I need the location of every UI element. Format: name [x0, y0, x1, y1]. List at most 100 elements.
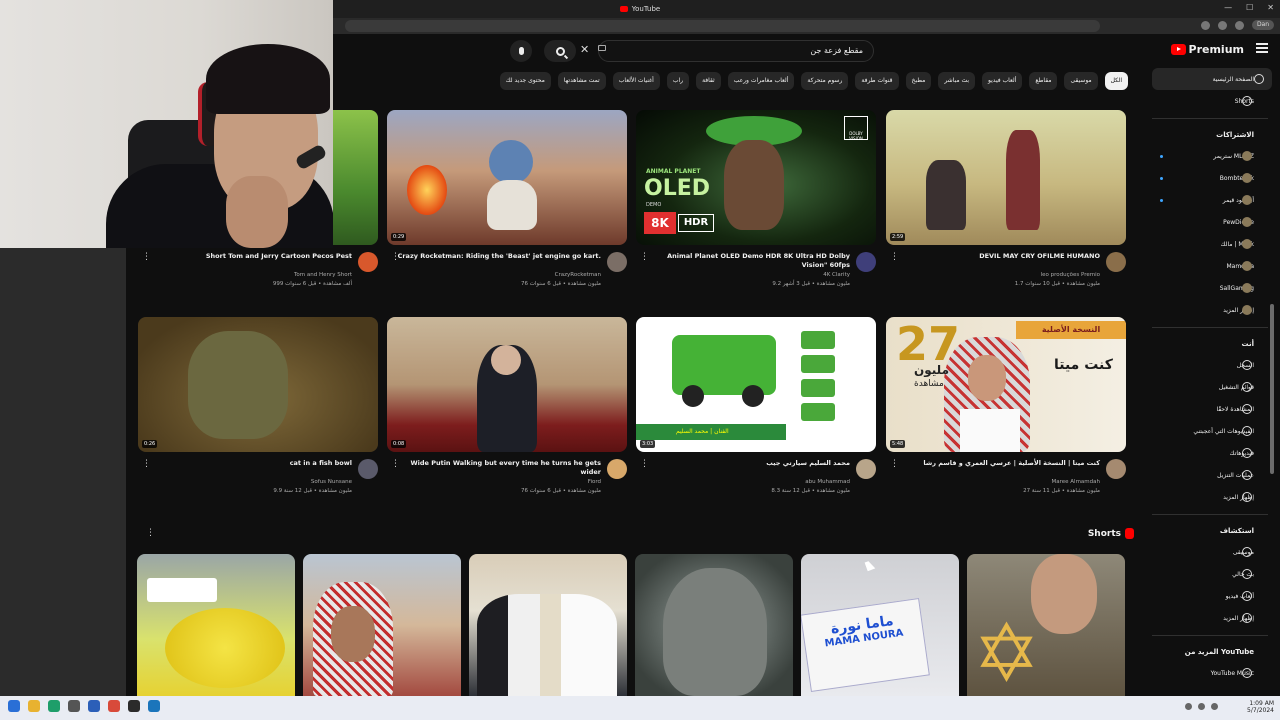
channel-avatar[interactable] [1106, 252, 1126, 272]
obs-icon[interactable] [128, 700, 140, 712]
chip-0[interactable]: الكل [1104, 72, 1128, 90]
more-options-icon[interactable]: ⋮ [640, 459, 649, 469]
maximize-icon[interactable]: ☐ [1246, 3, 1253, 12]
video-thumbnail[interactable]: الفنان | محمد السليم 3:03 [636, 317, 876, 452]
more-options-icon[interactable]: ⋮ [890, 252, 899, 262]
video-thumbnail[interactable]: ANIMAL PLANET OLED DEMO 8K HDR DOLBY VISION [636, 110, 876, 245]
short-item[interactable]: ماما نورة MAMA NOURA [801, 554, 959, 696]
more-options-icon[interactable]: ⋮ [890, 459, 899, 469]
short-item[interactable] [469, 554, 627, 696]
volume-icon[interactable] [1198, 703, 1205, 710]
video-title[interactable]: كنت ميتا | النسخة الأصلية | عرسي العمري … [895, 459, 1100, 468]
settings-icon[interactable] [68, 700, 80, 712]
battery-icon[interactable] [1211, 703, 1218, 710]
wifi-icon[interactable] [1185, 703, 1192, 710]
short-item[interactable] [137, 554, 295, 696]
channel-name[interactable]: abu Muhammad [805, 479, 850, 485]
profile-icon[interactable] [1235, 20, 1244, 30]
sidebar-item-subscriptions-6[interactable]: SallGaming [1140, 277, 1280, 299]
url-field[interactable] [345, 20, 1100, 32]
sidebar-section-header[interactable]: أنت [1140, 334, 1280, 354]
chip-12[interactable]: تمت مشاهدتها [557, 72, 606, 90]
steam-icon[interactable] [148, 700, 160, 712]
search-button[interactable] [544, 40, 576, 62]
sidebar-item-subscriptions-2[interactable]: أبو جود قيمر [1140, 189, 1280, 211]
video-title[interactable]: cat in a fish bowl [147, 459, 352, 468]
more-options-icon[interactable]: ⋮ [391, 252, 400, 262]
channel-avatar[interactable] [607, 252, 627, 272]
sidebar-item-you-2[interactable]: المشاهدة لاحقًا [1140, 398, 1280, 420]
chip-10[interactable]: راب [666, 72, 690, 90]
channel-avatar[interactable] [856, 459, 876, 479]
sidebar-item-main-1[interactable]: Shorts [1140, 90, 1280, 112]
channel-name[interactable]: Fiord [588, 479, 601, 485]
channel-avatar[interactable] [358, 459, 378, 479]
video-title[interactable]: Crazy Rocketman: Riding the 'Beast' jet … [396, 252, 601, 261]
chip-1[interactable]: موسيقى [1064, 72, 1098, 90]
channel-avatar[interactable] [1106, 459, 1126, 479]
minimize-icon[interactable]: — [1224, 3, 1232, 12]
short-item[interactable] [303, 554, 461, 696]
channel-avatar[interactable] [607, 459, 627, 479]
chip-5[interactable]: مطبخ [905, 72, 932, 90]
video-title[interactable]: Short Tom and Jerry Cartoon Pecos Pest [147, 252, 352, 261]
extensions-icon[interactable] [1201, 20, 1210, 30]
chip-4[interactable]: بث مباشر [938, 72, 976, 90]
tab-title[interactable]: YouTube [632, 5, 660, 13]
channel-avatar[interactable] [856, 252, 876, 272]
chip-3[interactable]: ألعاب فيديو [982, 72, 1023, 90]
sidebar-item-explore-2[interactable]: ألعاب فيديو [1140, 585, 1280, 607]
sidebar-item-you-1[interactable]: قوائم التشغيل [1140, 376, 1280, 398]
video-thumbnail[interactable]: 0:26 [138, 317, 378, 452]
sidebar-item-you-0[interactable]: السجل [1140, 354, 1280, 376]
chip-13[interactable]: محتوى جديد لك [499, 72, 551, 90]
user-chip[interactable]: Dan [1252, 20, 1274, 30]
sidebar-item-you-6[interactable]: إظهار المزيد [1140, 486, 1280, 508]
sidebar-item-you-3[interactable]: الفيديوهات التي أعجبتني [1140, 420, 1280, 442]
chip-11[interactable]: أغنيات الألعاب [612, 72, 660, 90]
sidebar-item-subscriptions-3[interactable]: PewDiePie [1140, 211, 1280, 233]
channel-name[interactable]: Maree Almamdah [1052, 479, 1101, 485]
chip-2[interactable]: مقاطع [1029, 72, 1058, 90]
short-item[interactable] [635, 554, 793, 696]
video-thumbnail[interactable]: 0:08 [387, 317, 627, 452]
keyboard-icon[interactable] [598, 45, 606, 51]
voice-search-button[interactable] [510, 40, 532, 62]
sidebar-section-header[interactable]: الاشتراكات [1140, 125, 1280, 145]
sidebar-item-more-0[interactable]: YouTube Music [1140, 662, 1280, 684]
channel-name[interactable]: 4K Clarity [823, 272, 850, 278]
sidebar-item-you-5[interactable]: عمليات التنزيل [1140, 464, 1280, 486]
chip-6[interactable]: قنوات طرفة [855, 72, 899, 90]
channel-name[interactable]: Sofus Nunsane [311, 479, 352, 485]
sidebar-item-subscriptions-5[interactable]: Mamonia [1140, 255, 1280, 277]
sidebar-item-explore-0[interactable]: موسيقى [1140, 541, 1280, 563]
video-title[interactable]: Animal Planet OLED Demo HDR 8K Ultra HD … [645, 252, 850, 270]
close-window-icon[interactable]: ✕ [1267, 3, 1274, 12]
more-options-icon[interactable]: ⋮ [142, 252, 151, 262]
more-options-icon[interactable]: ⋮ [142, 459, 151, 469]
windows-start-icon[interactable] [8, 700, 20, 712]
sidebar-item-subscriptions-1[interactable]: Bombtehkk [1140, 167, 1280, 189]
more-options-icon[interactable]: ⋮ [640, 252, 649, 262]
channel-avatar[interactable] [358, 252, 378, 272]
video-thumbnail[interactable]: 2:59 [886, 110, 1126, 245]
video-title[interactable]: DEVIL MAY CRY OFILME HUMANO [895, 252, 1100, 261]
channel-name[interactable]: CrazyRocketman [555, 272, 601, 278]
file-explorer-icon[interactable] [28, 700, 40, 712]
sidebar-section-header[interactable]: استكشاف [1140, 521, 1280, 541]
menu-icon[interactable] [1256, 43, 1268, 53]
video-thumbnail[interactable]: 0:29 [387, 110, 627, 245]
chip-7[interactable]: رسوم متحركة [801, 72, 849, 90]
chip-9[interactable]: ثقافة [696, 72, 721, 90]
search-input[interactable]: مقطع فزعة جن [598, 40, 874, 62]
sidebar-item-explore-1[interactable]: بث حالي [1140, 563, 1280, 585]
edge-icon[interactable] [48, 700, 60, 712]
sidebar-section-header[interactable]: المزيد من YouTube [1140, 642, 1280, 662]
sidebar-item-main-0[interactable]: الصفحة الرئيسية [1152, 68, 1272, 90]
more-options-icon[interactable]: ⋮ [391, 459, 400, 469]
video-title[interactable]: Wide Putin Walking but every time he tur… [396, 459, 601, 477]
downloads-icon[interactable] [1218, 20, 1227, 30]
shorts-more-icon[interactable]: ⋮ [146, 528, 155, 538]
sidebar-item-you-4[interactable]: فيديوهاتك [1140, 442, 1280, 464]
app-icon[interactable] [108, 700, 120, 712]
